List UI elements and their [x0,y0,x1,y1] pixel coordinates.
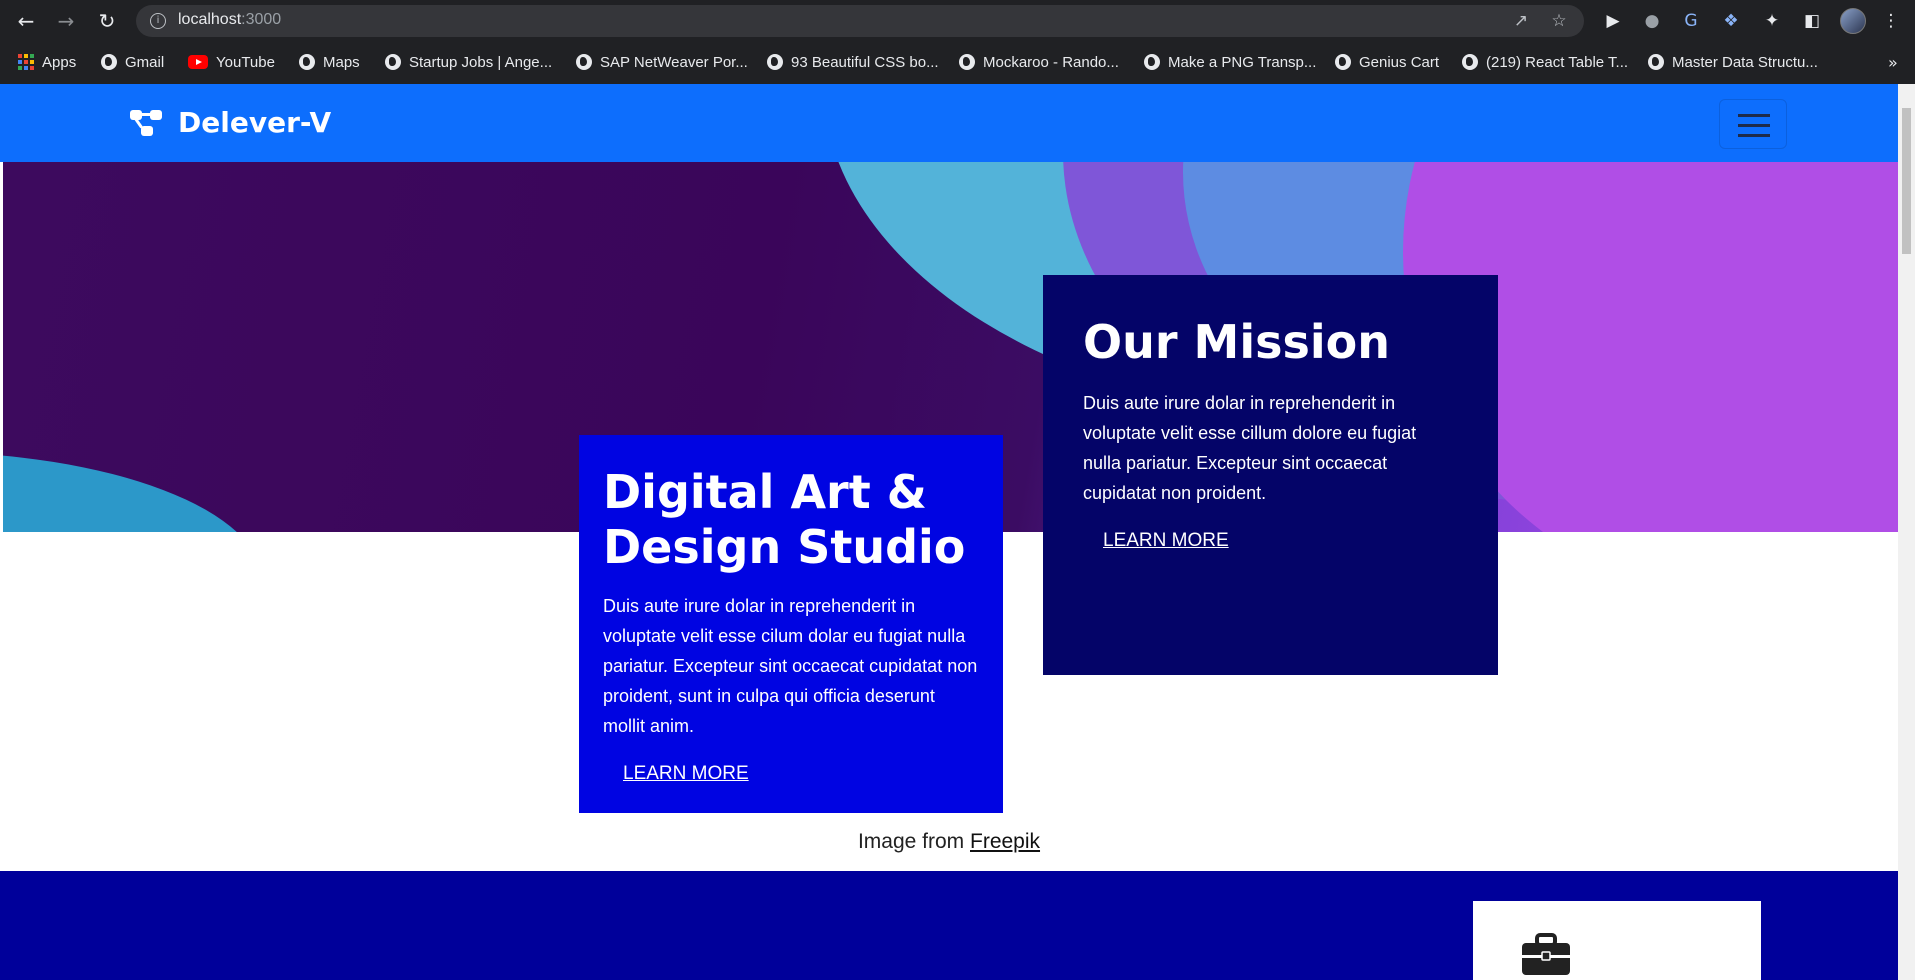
bookmark-label: Genius Cart [1359,53,1440,71]
studio-card-body: Duis aute irure dolar in reprehenderit i… [603,596,978,737]
globe-icon [767,54,783,70]
hamburger-bar [1738,134,1770,137]
bookmark-label: Master Data Structu... [1672,53,1818,71]
bookmark-mockaroo[interactable]: Mockaroo - Rando... [959,52,1119,72]
back-icon[interactable]: ← [14,9,38,33]
studio-card-title: Digital Art & Design Studio [603,465,966,575]
globe-icon [1462,54,1478,70]
bookmark-css-borders[interactable]: 93 Beautiful CSS bo... [767,52,939,72]
bookmark-genius-cart[interactable]: Genius Cart [1335,52,1439,72]
image-credit: Image from Freepik [0,830,1898,854]
share-icon[interactable]: ↗ [1511,11,1531,31]
extension-screencast-icon[interactable]: ▶ [1602,10,1624,32]
scrollbar-thumb[interactable] [1902,108,1911,254]
web-page: Delever-V Digital Art & Design Studio Du… [0,84,1898,980]
bookmark-maps[interactable]: Maps [299,52,360,72]
globe-icon [959,54,975,70]
briefcase-icon [1522,933,1570,975]
hamburger-bar [1738,124,1770,127]
mission-card: Our Mission Duis aute irure dolar in rep… [1043,275,1498,675]
extension-mic-icon[interactable]: ● [1641,10,1663,32]
bookmark-startup-jobs[interactable]: Startup Jobs | Ange... [385,52,552,72]
bookmark-label: (219) React Table T... [1486,53,1629,71]
globe-icon [101,54,117,70]
bookmark-sap[interactable]: SAP NetWeaver Por... [576,52,748,72]
url-text[interactable]: localhost:3000 [178,11,281,29]
network-logo-icon [130,108,164,138]
apps-grid-icon [18,54,34,70]
globe-icon [1335,54,1351,70]
bookmark-star-icon[interactable]: ☆ [1549,11,1569,31]
bookmark-label: Startup Jobs | Ange... [409,53,553,71]
studio-card: Digital Art & Design Studio Duis aute ir… [579,435,1003,813]
forward-icon[interactable]: → [54,9,78,33]
bookmark-label: Mockaroo - Rando... [983,53,1119,71]
address-bar-row: ← → ↻ i localhost:3000 ↗ ☆ ▶ ● G ❖ ✦ ◧ ⋮ [0,0,1915,42]
youtube-icon [188,55,208,69]
reload-icon[interactable]: ↻ [95,9,119,33]
side-panel-icon[interactable]: ◧ [1801,10,1823,32]
bookmarks-bar: Apps Gmail YouTube Maps Startup Jobs | A… [0,44,1915,80]
bookmark-label: Apps [42,53,77,71]
site-info-icon[interactable]: i [150,13,166,29]
image-credit-prefix: Image from [857,830,965,853]
menu-kebab-icon[interactable]: ⋮ [1880,10,1902,32]
bookmark-react-table[interactable]: (219) React Table T... [1462,52,1628,72]
bookmark-png-transparent[interactable]: Make a PNG Transp... [1144,52,1316,72]
navbar-toggle-button[interactable] [1719,99,1787,149]
bookmark-apps[interactable]: Apps [18,52,76,72]
site-navbar: Delever-V [0,84,1898,162]
globe-icon [1144,54,1160,70]
mission-card-body: Duis aute irure dolar in reprehenderit i… [1083,393,1417,504]
bookmark-label: SAP NetWeaver Por... [600,53,748,71]
brand-name: Delever-V [178,106,332,139]
globe-icon [1648,54,1664,70]
browser-chrome: ← → ↻ i localhost:3000 ↗ ☆ ▶ ● G ❖ ✦ ◧ ⋮… [0,0,1915,84]
bookmark-label: Maps [323,53,360,71]
bookmark-label: Gmail [125,53,165,71]
extension-translate-icon[interactable]: G [1680,10,1702,32]
hamburger-bar [1738,114,1770,117]
freepik-link[interactable]: Freepik [970,830,1040,853]
bookmark-label: YouTube [216,53,275,71]
bookmark-label: Make a PNG Transp... [1168,53,1317,71]
hero-blob [3,452,263,532]
extension-diamond-icon[interactable]: ❖ [1720,10,1742,32]
bookmark-label: 93 Beautiful CSS bo... [791,53,939,71]
address-bar[interactable]: i localhost:3000 ↗ ☆ [136,5,1584,37]
bookmark-youtube[interactable]: YouTube [188,52,275,72]
extensions-puzzle-icon[interactable]: ✦ [1761,10,1783,32]
brand-link[interactable]: Delever-V [130,106,331,139]
mission-learn-more-link[interactable]: LEARN MORE [1103,530,1229,552]
globe-icon [385,54,401,70]
bookmark-gmail[interactable]: Gmail [101,52,164,72]
more-bookmarks-icon[interactable]: » [1888,53,1898,72]
bookmark-master-dsa[interactable]: Master Data Structu... [1648,52,1818,72]
service-card [1473,901,1761,980]
globe-icon [576,54,592,70]
mission-card-title: Our Mission [1083,315,1390,369]
profile-avatar[interactable] [1840,8,1866,34]
globe-icon [299,54,315,70]
studio-learn-more-link[interactable]: LEARN MORE [623,763,749,785]
page-scrollbar[interactable] [1898,84,1915,980]
